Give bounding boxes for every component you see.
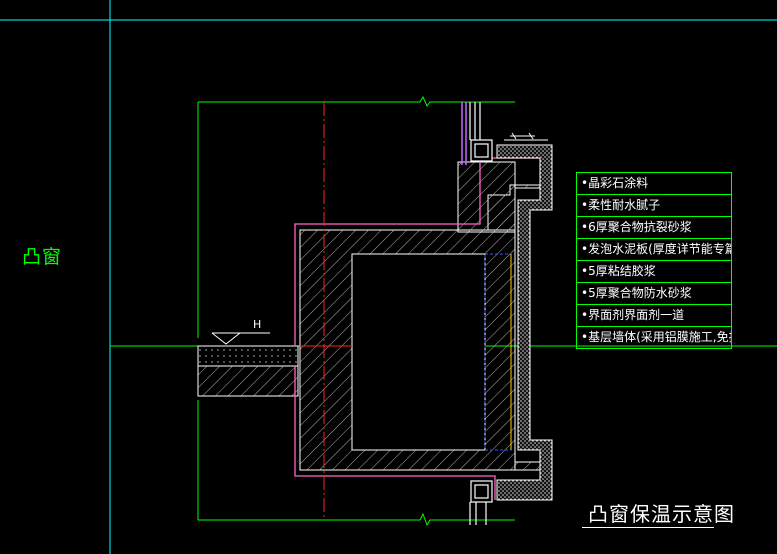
legend-item: •界面剂界面剂一道 bbox=[577, 304, 731, 326]
dimension-mark bbox=[510, 132, 535, 140]
legend-item: •柔性耐水腻子 bbox=[577, 194, 731, 216]
legend-item: •发泡水泥板(厚度详节能专篇) bbox=[577, 238, 731, 260]
material-legend: •晶彩石涂料 •柔性耐水腻子 •6厚聚合物抗裂砂浆 •发泡水泥板(厚度详节能专篇… bbox=[576, 172, 732, 349]
floor-slab bbox=[197, 345, 299, 397]
legend-item: •晶彩石涂料 bbox=[581, 176, 649, 190]
legend-item: •基层墙体(采用铝膜施工,免抹灰) bbox=[577, 326, 731, 348]
side-label: 凸窗 bbox=[22, 246, 63, 268]
level-mark bbox=[211, 332, 270, 345]
drawing-title: 凸窗保温示意图 bbox=[588, 502, 735, 526]
legend-item: •6厚聚合物抗裂砂浆 bbox=[577, 216, 731, 238]
legend-item: •5厚聚合物防水砂浆 bbox=[577, 282, 731, 304]
upper-frame-purple bbox=[461, 102, 467, 165]
level-mark-label: H bbox=[253, 318, 262, 331]
title-underline bbox=[582, 527, 714, 528]
window-concrete-body bbox=[299, 161, 541, 471]
legend-item: •5厚粘结胶浆 bbox=[577, 260, 731, 282]
